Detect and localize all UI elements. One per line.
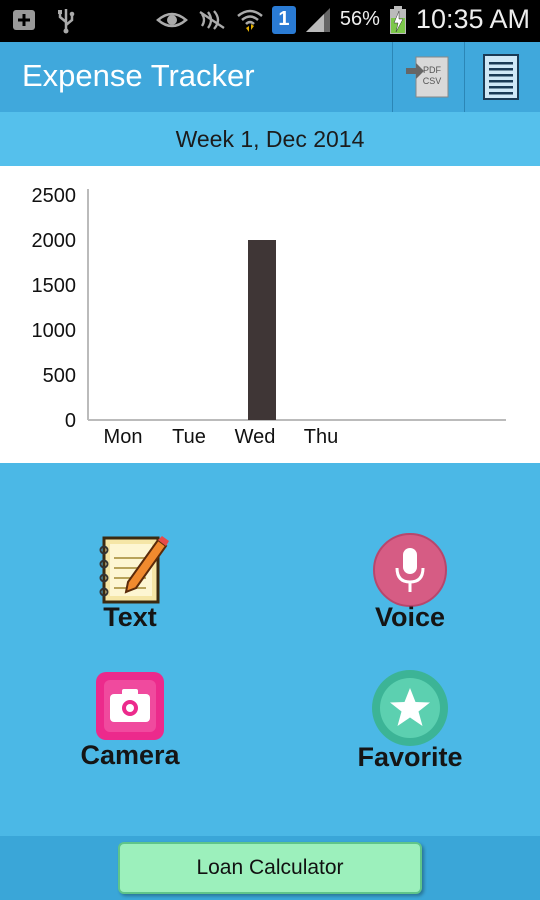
add-notification-icon	[13, 10, 35, 30]
text-entry-button[interactable]: Text	[30, 528, 230, 648]
y-tick-label: 2500	[32, 185, 77, 207]
x-tick-label: Tue	[172, 426, 206, 448]
loan-calculator-label: Loan Calculator	[196, 856, 344, 879]
notepad-pencil-icon	[99, 536, 169, 604]
export-pdf-csv-button[interactable]: PDF CSV	[392, 42, 464, 112]
weekly-expense-chart: 0 500 1000 1500 2000 2500 Mon Tue Wed Thu	[0, 166, 540, 463]
bar-wed	[248, 240, 276, 420]
y-tick-label: 2000	[32, 230, 77, 252]
x-tick-label: Mon	[104, 426, 143, 448]
y-tick-label: 500	[43, 365, 76, 387]
pdf-icon-line1: PDF	[423, 65, 442, 75]
chart-svg: 0 500 1000 1500 2000 2500 Mon Tue Wed Thu	[32, 185, 506, 448]
wifi-icon	[237, 9, 263, 32]
expense-list-button[interactable]	[464, 42, 536, 112]
x-tick-label: Wed	[235, 426, 276, 448]
pdf-csv-icon: PDF CSV	[405, 56, 448, 98]
week-label: Week 1, Dec 2014	[175, 125, 365, 152]
clock: 10:35 AM	[415, 4, 530, 34]
signal-icon	[305, 7, 330, 32]
pdf-icon-line2: CSV	[422, 76, 441, 86]
microphone-icon	[373, 533, 447, 607]
eye-icon	[155, 12, 188, 27]
list-document-icon	[482, 54, 519, 100]
y-tick-label: 1500	[32, 275, 77, 297]
status-bar: 1 56% 10:35 AM	[0, 0, 540, 42]
battery-charging-icon	[389, 5, 406, 34]
camera-label: Camera	[80, 740, 180, 770]
favorite-entry-button[interactable]: Favorite	[310, 668, 510, 788]
week-header[interactable]: Week 1, Dec 2014	[0, 112, 540, 166]
favorite-label: Favorite	[357, 742, 463, 772]
usb-icon	[58, 9, 75, 34]
app-title: Expense Tracker	[22, 58, 255, 93]
voice-entry-button[interactable]: Voice	[310, 528, 510, 648]
star-icon	[372, 670, 448, 746]
nfc-muted-icon	[199, 9, 225, 30]
text-label: Text	[103, 602, 157, 632]
y-tick-label: 0	[65, 410, 76, 432]
bottom-bar: Loan Calculator	[0, 836, 540, 900]
y-tick-label: 1000	[32, 320, 77, 342]
camera-icon	[96, 672, 164, 740]
sim-badge-icon: 1	[271, 5, 296, 34]
loan-calculator-button[interactable]: Loan Calculator	[118, 842, 422, 894]
x-tick-label: Thu	[304, 426, 338, 448]
voice-label: Voice	[374, 602, 446, 632]
battery-percent: 56%	[339, 8, 380, 30]
sim-badge-number: 1	[278, 8, 290, 30]
action-bar: Expense Tracker PDF CSV	[0, 42, 540, 112]
camera-entry-button[interactable]: Camera	[30, 668, 230, 788]
